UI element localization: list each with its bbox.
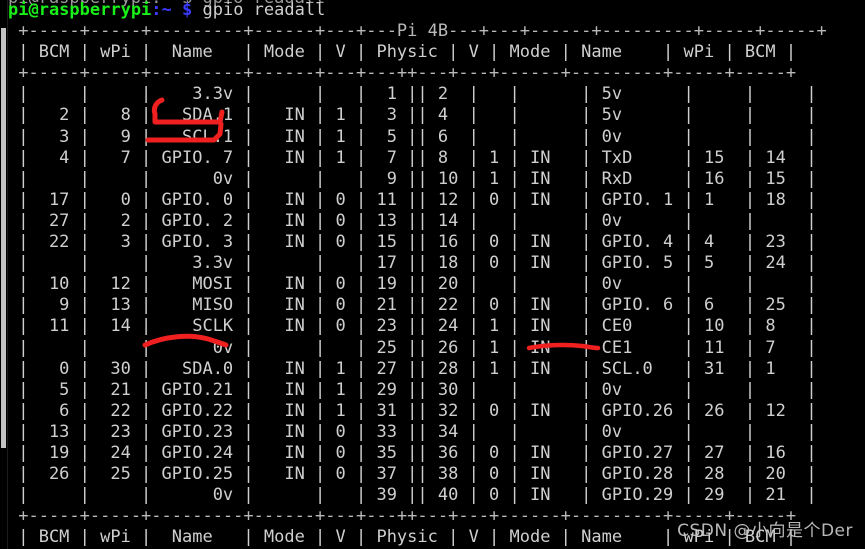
table-row: | 4 | 7 | GPIO. 7 | IN | 1 | 7 || 8 | 1 … [8,147,817,168]
table-row: | 0 | 30 | SDA.0 | IN | 1 | 27 || 28 | 1… [8,358,817,379]
table-rule-top: +-----+-----+---------+------+---+---Pi … [8,21,827,42]
command-prompt-line: pi@raspberrypi:~ $ gpio readall [0,0,827,21]
table-row: | | | 0v | | | 9 || 10 | 1 | IN | RxD | … [8,168,817,189]
prompt-user-host: pi@raspberrypi [8,0,152,20]
table-header-row: | BCM | wPi | Name | Mode | V | Physic |… [8,42,797,63]
table-row: | | | 3.3v | | | 1 || 2 | | | 5v | | | [8,84,817,105]
table-row: | 26 | 25 | GPIO.25 | IN | 0 | 37 || 38 … [8,464,817,485]
table-row: | 9 | 13 | MISO | IN | 0 | 21 || 22 | 0 … [8,295,817,316]
table-row: | 2 | 8 | SDA.1 | IN | 1 | 3 || 4 | | | … [8,105,817,126]
table-row: | 6 | 22 | GPIO.22 | IN | 1 | 31 || 32 |… [8,400,817,421]
table-row: | 13 | 23 | GPIO.23 | IN | 0 | 33 || 34 … [8,421,817,442]
terminal-screen: pi@raspberrypi:~ $ gpio readall +-----+-… [0,0,827,549]
table-row: | 27 | 2 | GPIO. 2 | IN | 0 | 13 || 14 |… [8,210,817,231]
table-row: | 22 | 3 | GPIO. 3 | IN | 0 | 15 || 16 |… [8,232,817,253]
prompt-path: :~ [151,0,172,20]
command-text[interactable]: gpio readall [203,0,326,20]
table-row: | 17 | 0 | GPIO. 0 | IN | 0 | 11 || 12 |… [8,189,817,210]
table-row: | 10 | 12 | MOSI | IN | 0 | 19 || 20 | |… [8,274,817,295]
table-row: | | | 0v | | | 25 || 26 | 1 | IN | CE1 |… [8,337,817,358]
scrollbar-thumb[interactable] [1,28,6,448]
scrollbar[interactable] [0,0,8,549]
table-rule-header-sep: +-----+-----+---------+------+---+---++-… [8,63,797,84]
table-row: | 5 | 21 | GPIO.21 | IN | 1 | 29 || 30 |… [8,379,817,400]
table-row: | 19 | 24 | GPIO.24 | IN | 0 | 35 || 36 … [8,442,817,463]
prompt-dollar-sign: $ [171,0,203,20]
watermark: CSDN @小向是个Der [677,521,853,541]
table-row: | | | 3.3v | | | 17 || 18 | 0 | IN | GPI… [8,253,817,274]
table-row: | 11 | 14 | SCLK | IN | 0 | 23 || 24 | 1… [8,316,817,337]
table-row: | | | 0v | | | 39 || 40 | 0 | IN | GPIO.… [8,485,817,506]
terminal-window[interactable]: pi@raspberrypi:~ $ gpio readall pi@raspb… [0,0,865,549]
table-row: | 3 | 9 | SCL.1 | IN | 1 | 5 || 6 | | | … [8,126,817,147]
